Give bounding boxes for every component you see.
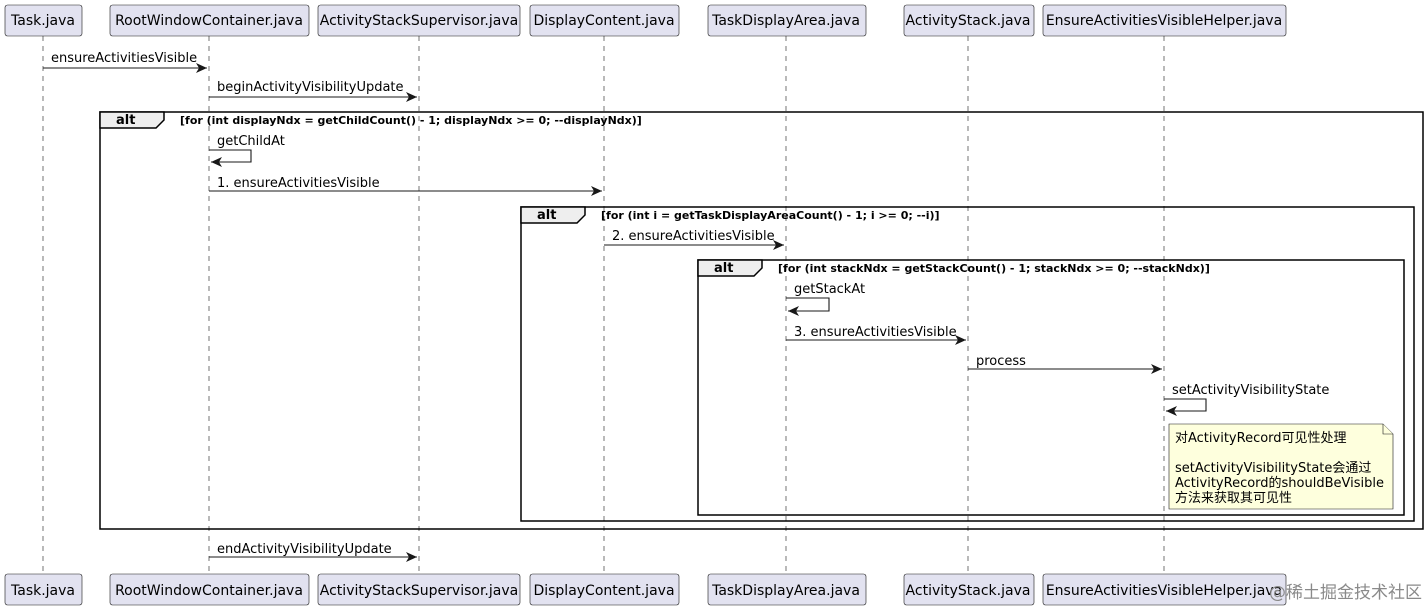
message-label: getStackAt: [794, 282, 865, 297]
participant-root-window-container-bottom: RootWindowContainer.java: [109, 573, 310, 606]
message-label: process: [976, 354, 1026, 369]
participant-root-window-container-top: RootWindowContainer.java: [109, 4, 310, 37]
participant-label: DisplayContent.java: [533, 13, 674, 29]
frame-keyword: alt: [714, 261, 733, 276]
message-2-ensure-activities-visible: 2. ensureActivitiesVisible: [604, 229, 784, 250]
note-line: ActivityRecord的shouldBeVisible: [1175, 475, 1384, 491]
participants-bottom: Task.java RootWindowContainer.java Activ…: [4, 573, 1287, 606]
participant-label: Task.java: [10, 583, 75, 599]
note-line: setActivityVisibilityState会通过: [1175, 461, 1371, 476]
participant-label: ActivityStackSupervisor.java: [320, 583, 518, 599]
participant-label: ActivityStack.java: [906, 13, 1031, 29]
participant-activity-stack-top: ActivityStack.java: [903, 4, 1035, 37]
participant-task-display-area-bottom: TaskDisplayArea.java: [707, 573, 867, 606]
participant-task-display-area-top: TaskDisplayArea.java: [707, 4, 867, 37]
participant-activity-stack-bottom: ActivityStack.java: [903, 573, 1035, 606]
participant-label: EnsureActivitiesVisibleHelper.java: [1046, 583, 1282, 599]
participant-label: ActivityStackSupervisor.java: [320, 13, 518, 29]
frame-keyword: alt: [537, 208, 556, 223]
message-label: setActivityVisibilityState: [1172, 383, 1329, 398]
participant-ensure-activities-visible-helper-bottom: EnsureActivitiesVisibleHelper.java: [1042, 573, 1287, 606]
message-set-activity-visibility-state: setActivityVisibilityState: [1164, 383, 1329, 416]
frame-guard: [for (int displayNdx = getChildCount() -…: [180, 114, 642, 127]
note-line: 对ActivityRecord可见性处理: [1175, 431, 1347, 446]
participant-activity-stack-supervisor-top: ActivityStackSupervisor.java: [317, 4, 521, 37]
participant-activity-stack-supervisor-bottom: ActivityStackSupervisor.java: [317, 573, 521, 606]
message-label: 2. ensureActivitiesVisible: [612, 229, 775, 244]
participant-label: TaskDisplayArea.java: [711, 13, 860, 29]
message-label: beginActivityVisibilityUpdate: [217, 80, 404, 95]
frame-guard: [for (int stackNdx = getStackCount() - 1…: [778, 262, 1210, 275]
message-get-child-at: getChildAt: [209, 134, 285, 167]
frame-keyword: alt: [116, 113, 135, 128]
message-process: process: [968, 354, 1162, 374]
message-begin-activity-visibility-update: beginActivityVisibilityUpdate: [209, 80, 417, 102]
message-get-stack-at: getStackAt: [786, 282, 865, 316]
sequence-diagram: Task.java RootWindowContainer.java Activ…: [4, 4, 1424, 606]
message-label: getChildAt: [217, 134, 285, 149]
message-ensure-activities-visible: ensureActivitiesVisible: [43, 51, 207, 73]
watermark: @稀土掘金技术社区: [1269, 583, 1422, 603]
participant-ensure-activities-visible-helper-top: EnsureActivitiesVisibleHelper.java: [1042, 4, 1287, 37]
message-label: 3. ensureActivitiesVisible: [794, 325, 957, 340]
message-label: 1. ensureActivitiesVisible: [217, 176, 380, 191]
note: 对ActivityRecord可见性处理 setActivityVisibili…: [1168, 423, 1394, 510]
message-label: endActivityVisibilityUpdate: [217, 542, 392, 557]
frame-guard: [for (int i = getTaskDisplayAreaCount() …: [601, 209, 940, 222]
participant-label: DisplayContent.java: [533, 583, 674, 599]
participant-label: EnsureActivitiesVisibleHelper.java: [1046, 13, 1282, 29]
participant-task-top: Task.java: [4, 4, 83, 37]
participant-label: TaskDisplayArea.java: [711, 583, 860, 599]
participant-display-content-top: DisplayContent.java: [529, 4, 680, 37]
message-3-ensure-activities-visible: 3. ensureActivitiesVisible: [786, 325, 966, 345]
participant-display-content-bottom: DisplayContent.java: [529, 573, 680, 606]
note-line: 方法来获取其可见性: [1175, 490, 1292, 506]
message-end-activity-visibility-update: endActivityVisibilityUpdate: [209, 542, 417, 562]
participant-task-bottom: Task.java: [4, 573, 83, 606]
message-1-ensure-activities-visible: 1. ensureActivitiesVisible: [209, 176, 602, 196]
participant-label: RootWindowContainer.java: [115, 13, 303, 29]
message-label: ensureActivitiesVisible: [51, 51, 197, 66]
participant-label: RootWindowContainer.java: [115, 583, 303, 599]
participant-label: Task.java: [10, 13, 75, 29]
participant-label: ActivityStack.java: [906, 583, 1031, 599]
participants-top: Task.java RootWindowContainer.java Activ…: [4, 4, 1287, 37]
